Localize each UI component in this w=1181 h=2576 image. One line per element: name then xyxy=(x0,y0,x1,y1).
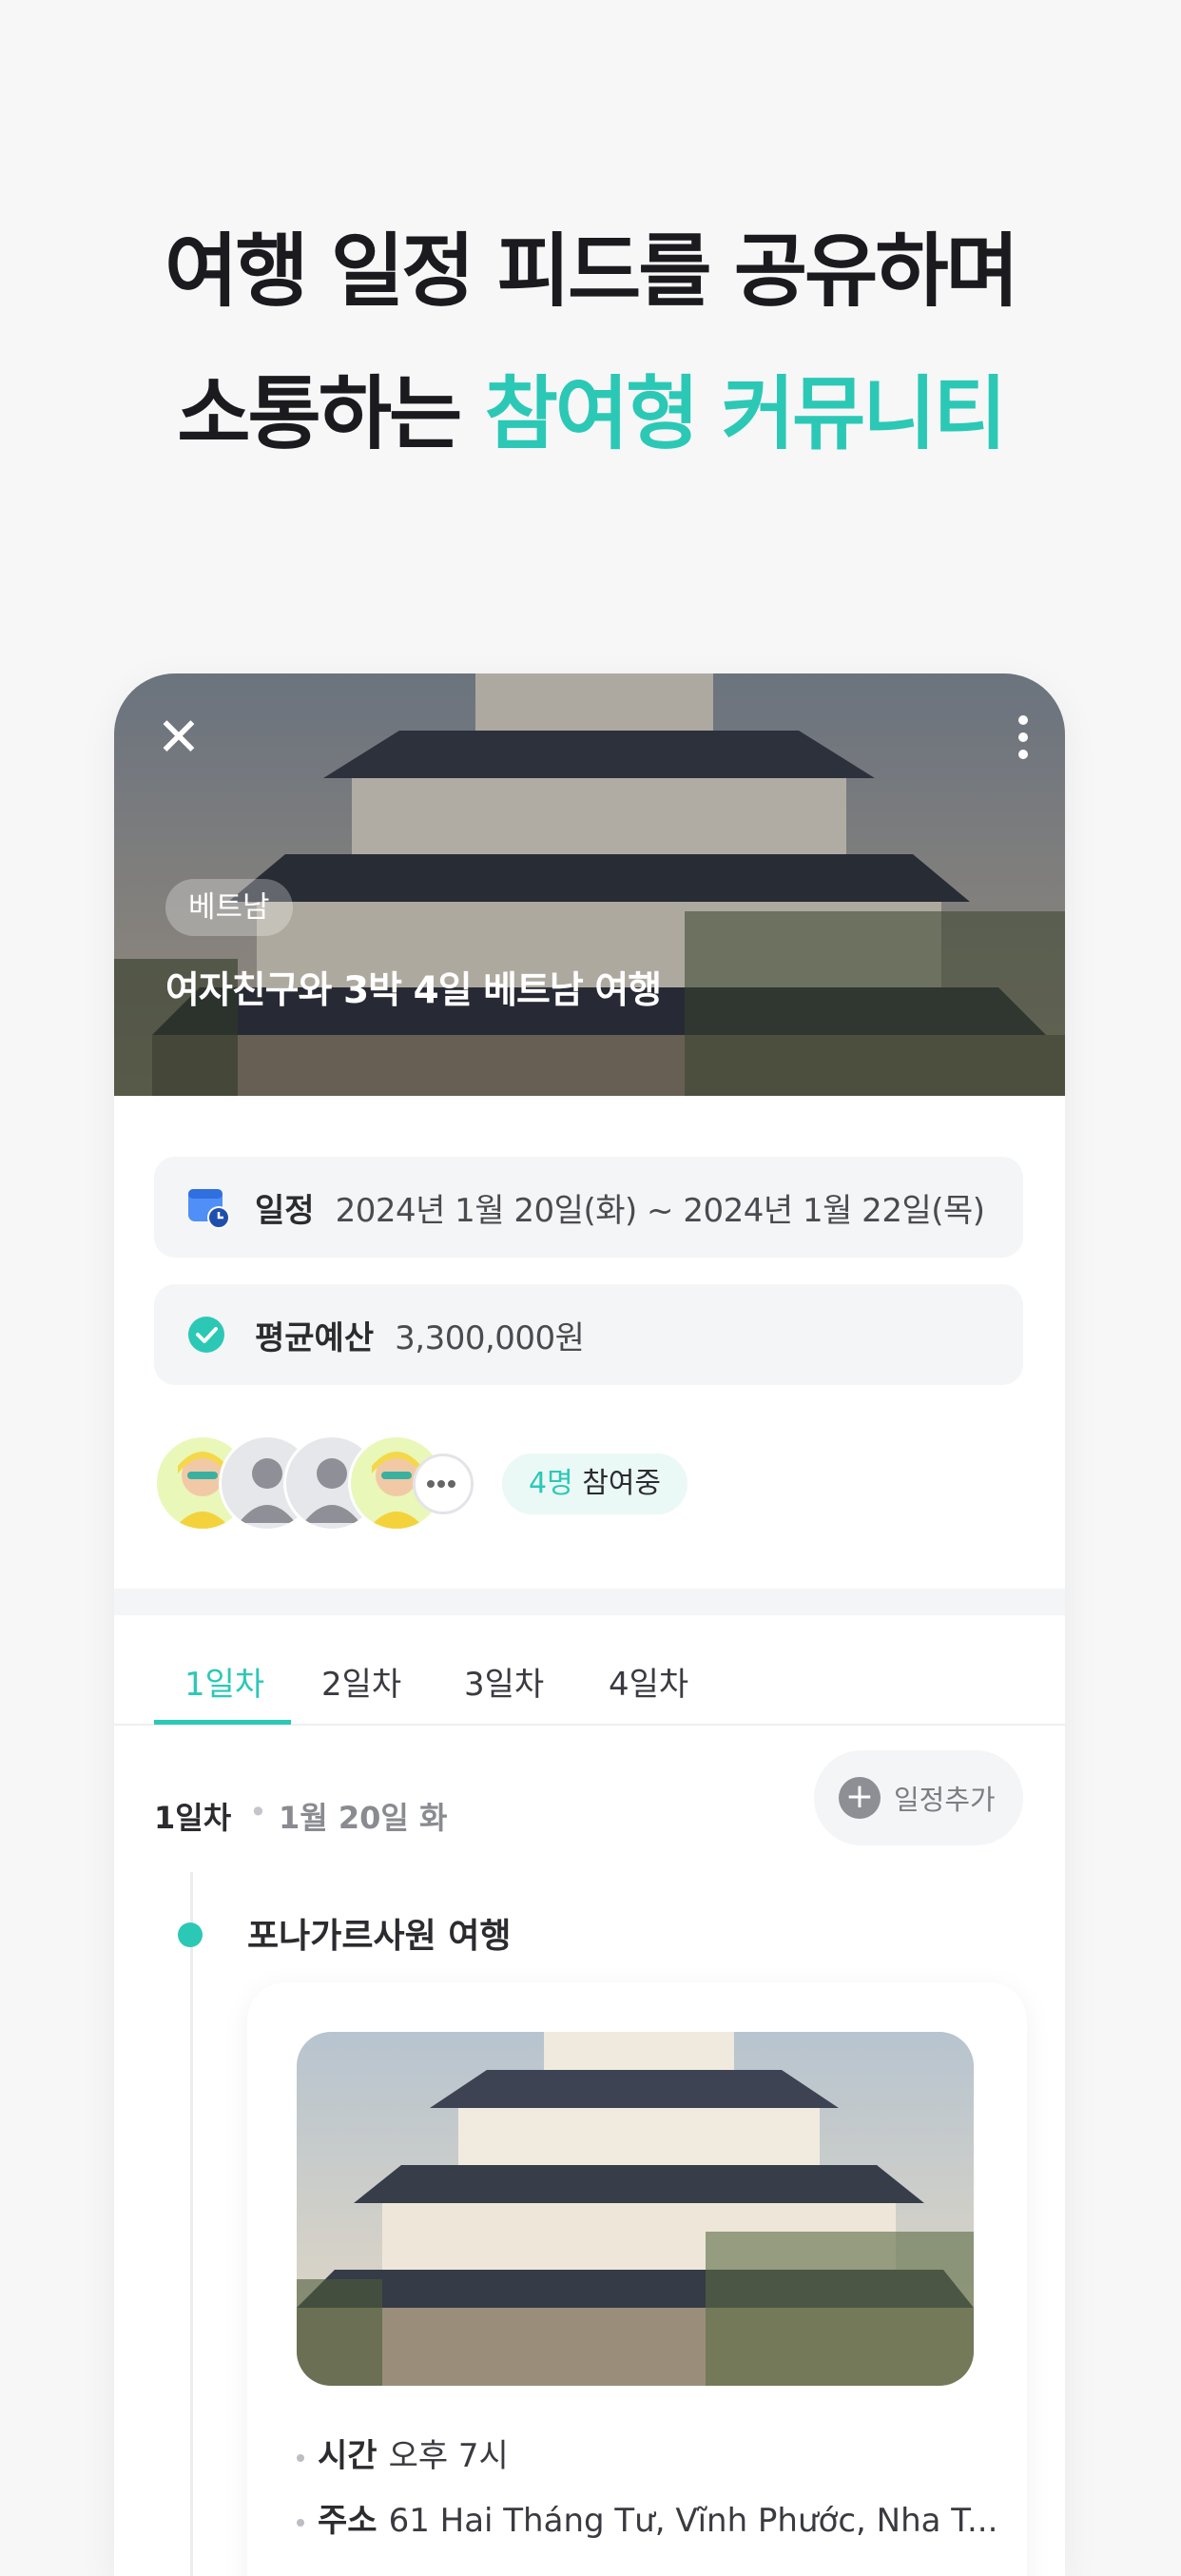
participant-count-badge: 4명 참여중 xyxy=(502,1454,688,1514)
schedule-label: 일정 xyxy=(255,1191,315,1230)
trip-title: 여자친구와 3박 4일 베트남 여행 xyxy=(165,969,662,1012)
headline-line-1: 여행 일정 피드를 공유하며 xyxy=(165,224,1019,318)
active-tab-indicator xyxy=(154,1720,291,1725)
address-value: 61 Hai Tháng Tư, Vĩnh Phước, Nha T... xyxy=(388,2502,998,2540)
tab-day-2[interactable]: 2일차 xyxy=(321,1639,401,1730)
headline-line-2: 소통하는 참여형 커뮤니티 xyxy=(0,342,1181,485)
app-screen: ✕ 베트남 여자친구와 3박 4일 베트남 여행 일정 2024년 1월 20일… xyxy=(114,673,1065,2576)
schedule-row: 일정 2024년 1월 20일(화) ~ 2024년 1월 22일(목) xyxy=(154,1157,1023,1258)
participant-count: 4명 xyxy=(529,1467,573,1500)
country-tag: 베트남 xyxy=(165,879,293,936)
day-separator: • xyxy=(249,1794,267,1830)
tab-day-1[interactable]: 1일차 xyxy=(184,1639,264,1730)
budget-row: 평균예산 3,300,000원 xyxy=(154,1284,1023,1385)
promo-headline: 여행 일정 피드를 공유하며 소통하는 참여형 커뮤니티 xyxy=(0,200,1181,485)
time-label: 시간 xyxy=(318,2437,378,2475)
day-tabs: 1일차 2일차 3일차 4일차 xyxy=(154,1639,1023,1732)
tab-day-4[interactable]: 4일차 xyxy=(609,1639,688,1730)
timeline-line xyxy=(190,1872,193,2576)
timeline-dot xyxy=(178,1922,203,1947)
more-horizontal-icon[interactable] xyxy=(413,1454,474,1514)
day-label: 1일차 xyxy=(154,1800,232,1836)
headline-accent: 참여형 커뮤니티 xyxy=(484,367,1007,460)
more-vertical-icon[interactable] xyxy=(1014,715,1033,761)
place-photo xyxy=(297,2032,974,2386)
section-divider xyxy=(114,1589,1065,1615)
add-schedule-label: 일정추가 xyxy=(894,1784,996,1816)
participant-suffix: 참여중 xyxy=(572,1467,662,1500)
time-value: 오후 7시 xyxy=(388,2437,509,2475)
headline-line-2-plain: 소통하는 xyxy=(177,367,485,460)
tab-day-3[interactable]: 3일차 xyxy=(464,1639,544,1730)
calendar-clock-icon xyxy=(186,1185,230,1229)
time-detail: 시간 오후 7시 xyxy=(297,2430,509,2476)
budget-value: 3,300,000원 xyxy=(395,1318,585,1357)
plus-icon: + xyxy=(839,1777,881,1819)
address-label: 주소 xyxy=(318,2502,378,2540)
check-circle-icon xyxy=(186,1313,230,1356)
day-date: 1월 20일 화 xyxy=(279,1800,448,1836)
add-schedule-button[interactable]: + 일정추가 xyxy=(814,1750,1023,1845)
trip-hero: ✕ 베트남 여자친구와 3박 4일 베트남 여행 xyxy=(114,673,1065,1096)
place-name: 포나가르사원 여행 xyxy=(247,1917,512,1956)
budget-label: 평균예산 xyxy=(255,1318,375,1357)
place-card[interactable]: 시간 오후 7시 주소 61 Hai Tháng Tư, Vĩnh Phước, N… xyxy=(247,1982,1027,2576)
address-detail: 주소 61 Hai Tháng Tư, Vĩnh Phước, Nha T... xyxy=(297,2494,997,2541)
close-button[interactable]: ✕ xyxy=(148,708,209,769)
schedule-value: 2024년 1월 20일(화) ~ 2024년 1월 22일(목) xyxy=(335,1191,985,1230)
